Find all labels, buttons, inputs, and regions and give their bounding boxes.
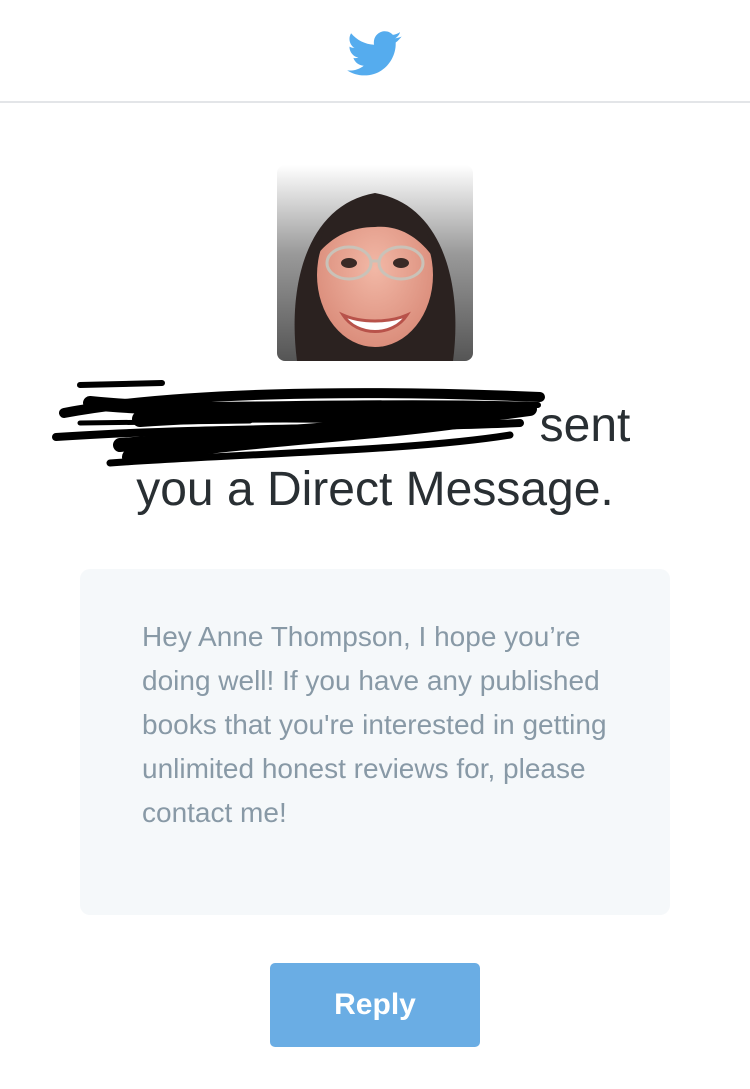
redacted-sender-name: [120, 407, 540, 447]
message-card: Hey Anne Thompson, I hope you’re doing w…: [80, 569, 670, 915]
twitter-bird-icon: [347, 31, 402, 76]
email-header: [0, 0, 750, 103]
headline-sent-text: sent: [539, 399, 631, 452]
message-body: Hey Anne Thompson, I hope you’re doing w…: [142, 621, 607, 828]
notification-headline: sent you a Direct Message.: [60, 394, 690, 522]
reply-button[interactable]: Reply: [270, 963, 480, 1047]
headline-line2: you a Direct Message.: [136, 463, 614, 516]
sender-avatar: [277, 165, 473, 361]
